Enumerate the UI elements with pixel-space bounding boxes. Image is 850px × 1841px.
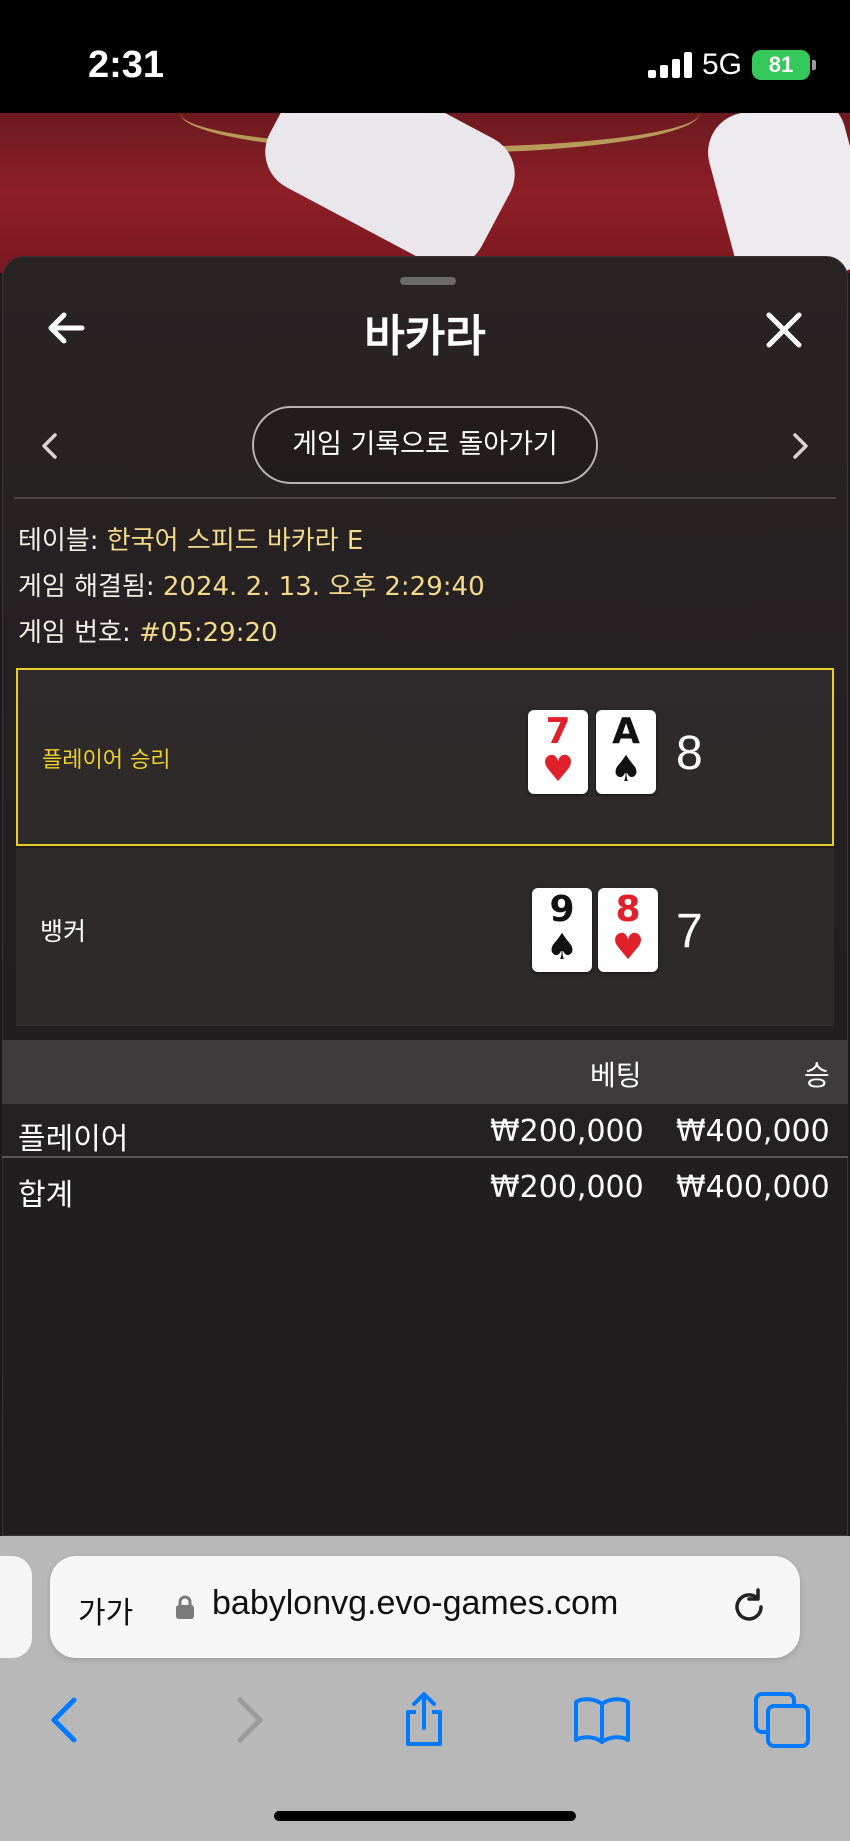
- total-label: 합계: [18, 1178, 74, 1213]
- page-title: 바카라: [364, 311, 486, 362]
- table-value: 한국어 스피드 바카라 E: [106, 526, 364, 556]
- banker-score: 7: [676, 905, 703, 958]
- resolved-label: 게임 해결됨:: [18, 572, 155, 602]
- previous-tab-preview[interactable]: [0, 1556, 32, 1658]
- game-number-value: #05:29:20: [138, 618, 278, 648]
- battery-icon: 81: [752, 50, 816, 80]
- resolved-info: 게임 해결됨: 2024. 2. 13. 오후 2:29:40: [18, 566, 485, 603]
- table-info: 테이블: 한국어 스피드 바카라 E: [18, 520, 363, 557]
- close-icon[interactable]: [764, 310, 804, 350]
- status-time: 2:31: [88, 44, 165, 86]
- table-row-total: 합계 ₩200,000 ₩400,000: [2, 1160, 848, 1214]
- divider: [14, 497, 836, 499]
- reload-icon[interactable]: [728, 1586, 770, 1628]
- playing-card: 9 ♠: [532, 888, 592, 972]
- previous-game-chevron-icon[interactable]: [38, 432, 62, 460]
- player-win-label: 플레이어 승리: [42, 748, 171, 773]
- resolved-value: 2024. 2. 13. 오후 2:29:40: [162, 572, 485, 602]
- network-label: 5G: [701, 48, 742, 81]
- table-row: 플레이어 ₩200,000 ₩400,000: [2, 1104, 848, 1158]
- browser-back-icon[interactable]: [36, 1690, 96, 1750]
- dealer-arm: [251, 113, 529, 273]
- page-settings-button[interactable]: 가가: [78, 1588, 133, 1632]
- dealer-arm: [699, 113, 850, 273]
- status-indicators: 5G 81: [647, 48, 816, 82]
- win-amount: ₩400,000: [676, 1114, 830, 1149]
- back-to-history-button[interactable]: 게임 기록으로 돌아가기: [252, 406, 598, 484]
- table-label: 테이블:: [18, 526, 99, 556]
- card-rank: A: [612, 711, 640, 752]
- address-bar[interactable]: 가가 babylonvg.evo-games.com: [50, 1556, 800, 1658]
- tabs-icon[interactable]: [752, 1690, 812, 1750]
- status-bar: 2:31 5G 81: [0, 0, 850, 113]
- live-video-background: [0, 113, 850, 273]
- bookmarks-icon[interactable]: [572, 1690, 632, 1750]
- bet-name: 플레이어: [18, 1122, 129, 1157]
- total-win-amount: ₩400,000: [676, 1170, 830, 1205]
- banker-result-row: 뱅커 9 ♠ 8 ♥ 7: [16, 848, 834, 1026]
- playing-card: 7 ♥: [528, 710, 588, 794]
- card-rank: 9: [549, 889, 575, 930]
- card-rank: 8: [615, 889, 641, 930]
- heart-suit-icon: ♥: [611, 927, 645, 968]
- playing-card: A ♠: [596, 710, 656, 794]
- browser-toolbar: 가가 babylonvg.evo-games.com: [0, 1536, 850, 1841]
- bet-column-header: 베팅: [590, 1059, 642, 1092]
- drag-handle[interactable]: [400, 277, 456, 285]
- share-icon[interactable]: [394, 1690, 454, 1750]
- win-column-header: 승: [804, 1059, 830, 1092]
- playing-card: 8 ♥: [598, 888, 658, 972]
- spade-suit-icon: ♠: [609, 749, 643, 790]
- browser-forward-icon[interactable]: [218, 1690, 278, 1750]
- total-bet-amount: ₩200,000: [490, 1170, 644, 1205]
- bets-table-header: 베팅 승: [2, 1040, 848, 1104]
- signal-icon: [647, 52, 692, 78]
- banker-label: 뱅커: [40, 917, 87, 946]
- player-score: 8: [676, 727, 703, 780]
- player-result-row: 플레이어 승리 7 ♥ A ♠ 8: [16, 668, 834, 846]
- lock-icon: [176, 1595, 194, 1619]
- bet-amount: ₩200,000: [490, 1114, 644, 1149]
- next-game-chevron-icon[interactable]: [788, 432, 812, 460]
- card-rank: 7: [545, 711, 571, 752]
- home-indicator[interactable]: [274, 1811, 576, 1821]
- game-number-label: 게임 번호:: [18, 618, 131, 648]
- game-number-info: 게임 번호: #05:29:20: [18, 612, 278, 649]
- url-text[interactable]: babylonvg.evo-games.com: [212, 1584, 618, 1623]
- heart-suit-icon: ♥: [541, 749, 575, 790]
- spade-suit-icon: ♠: [545, 927, 579, 968]
